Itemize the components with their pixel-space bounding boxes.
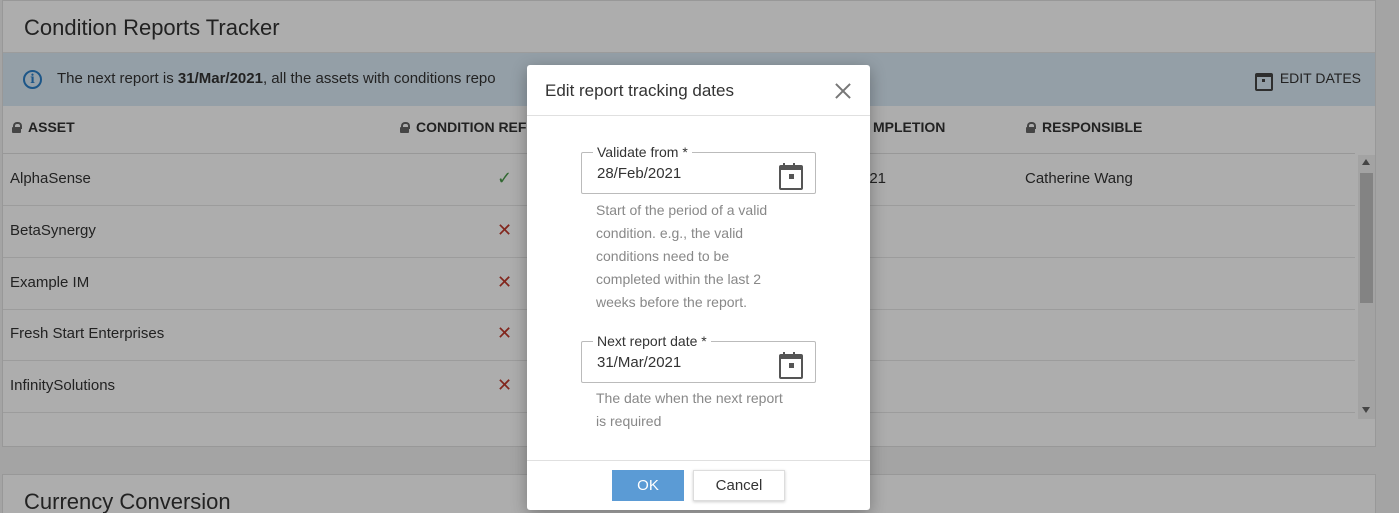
ok-button[interactable]: OK bbox=[612, 470, 684, 501]
validate-from-field[interactable]: Validate from * 28/Feb/2021 bbox=[581, 144, 816, 194]
cancel-button[interactable]: Cancel bbox=[693, 470, 785, 501]
validate-from-help: Start of the period of a valid condition… bbox=[596, 199, 808, 314]
next-report-date-help: The date when the next report is require… bbox=[596, 387, 808, 433]
next-report-date-field[interactable]: Next report date * 31/Mar/2021 bbox=[581, 333, 816, 383]
next-report-date-label: Next report date * bbox=[593, 333, 711, 349]
help-line: completed within the last 2 bbox=[596, 271, 761, 287]
close-icon[interactable] bbox=[833, 81, 853, 101]
edit-dates-dialog: Edit report tracking dates Validate from… bbox=[527, 65, 870, 510]
validate-from-label: Validate from * bbox=[593, 144, 692, 160]
dialog-title: Edit report tracking dates bbox=[545, 81, 734, 100]
help-line: Start of the period of a valid bbox=[596, 202, 768, 218]
dialog-footer-divider bbox=[527, 460, 870, 461]
calendar-icon[interactable] bbox=[779, 163, 803, 190]
help-line: is required bbox=[596, 413, 662, 429]
help-line: condition. e.g., the valid bbox=[596, 225, 744, 241]
help-line: weeks before the report. bbox=[596, 294, 747, 310]
calendar-icon[interactable] bbox=[779, 352, 803, 379]
next-report-date-value[interactable]: 31/Mar/2021 bbox=[597, 354, 681, 371]
dialog-header-divider bbox=[527, 115, 870, 116]
help-line: The date when the next report bbox=[596, 390, 783, 406]
validate-from-value[interactable]: 28/Feb/2021 bbox=[597, 165, 681, 182]
help-line: conditions need to be bbox=[596, 248, 730, 264]
